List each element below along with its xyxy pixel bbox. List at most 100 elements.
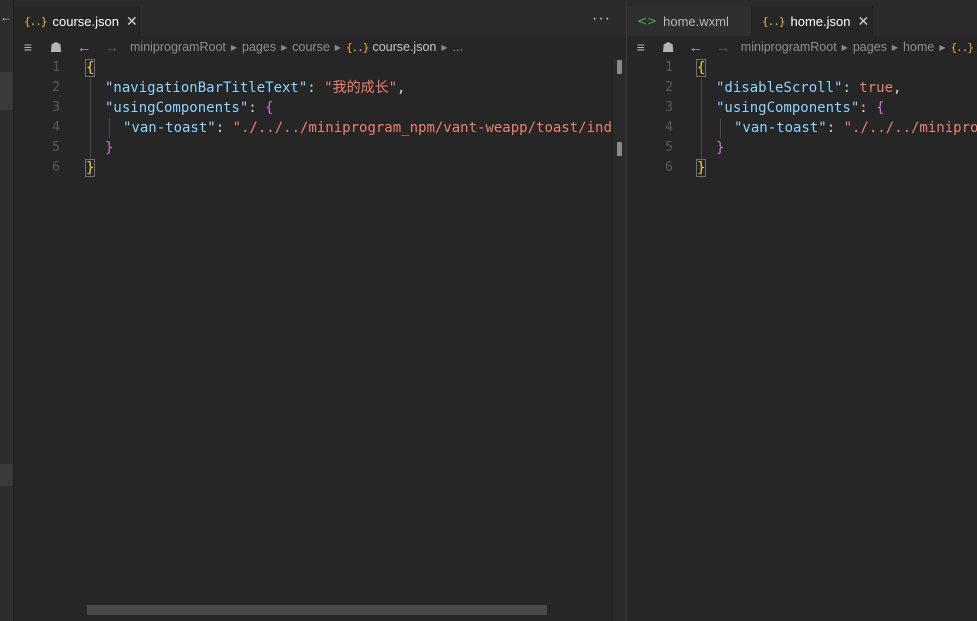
brace: } xyxy=(105,140,114,156)
line-number: 6 xyxy=(52,160,60,175)
line-number: 5 xyxy=(52,140,60,155)
comma: , xyxy=(893,80,902,96)
colon: : xyxy=(307,80,325,96)
code-line: { xyxy=(695,58,707,78)
chevron-right-icon: ▶ xyxy=(334,42,341,52)
close-icon[interactable]: ✕ xyxy=(857,13,869,30)
breadcrumb-item[interactable]: ... xyxy=(453,40,463,54)
json-string: "我的成长" xyxy=(324,80,398,96)
code-content: { "disableScroll": true, "usingComponent… xyxy=(695,58,977,186)
code-line: { xyxy=(84,58,96,78)
ide-window: ← {..} course.json ✕ ··· ≡ ☗ ← → minipro… xyxy=(0,0,977,621)
wxml-file-icon: <> xyxy=(637,14,658,28)
brace: { xyxy=(876,100,885,116)
vertical-scrollbar[interactable] xyxy=(612,58,626,621)
colon: : xyxy=(215,120,233,136)
tab-label: home.wxml xyxy=(663,13,729,29)
tab-label: course.json xyxy=(52,13,119,29)
colon: : xyxy=(842,80,860,96)
tab-bar: {..} course.json ✕ ··· xyxy=(14,0,626,36)
chevron-right-icon: ▶ xyxy=(841,42,848,52)
chevron-right-icon: ▶ xyxy=(891,42,899,52)
json-boolean: true xyxy=(859,80,894,96)
code-line: "van-toast": "./../../miniprogram_npm/va… xyxy=(734,118,977,138)
code-line: } xyxy=(84,158,96,178)
line-number: 3 xyxy=(52,100,60,115)
line-number: 1 xyxy=(52,60,60,75)
code-line: "disableScroll": true, xyxy=(716,78,901,98)
scroll-marker xyxy=(617,60,622,74)
breadcrumb-item[interactable]: pages xyxy=(853,40,887,54)
line-number: 4 xyxy=(665,120,673,135)
bookmark-icon[interactable]: ☗ xyxy=(42,39,70,56)
line-number: 1 xyxy=(665,60,673,75)
json-file-icon: {..} xyxy=(24,14,47,28)
code-line: } xyxy=(695,158,707,178)
breadcrumb-item[interactable]: home xyxy=(903,40,934,54)
sidebar-highlight xyxy=(0,72,13,110)
code-line: } xyxy=(716,138,724,158)
code-line: "van-toast": "./../../miniprogram_npm/va… xyxy=(123,118,626,138)
code-line: "usingComponents": { xyxy=(716,98,885,118)
tab-home-wxml[interactable]: <> home.wxml xyxy=(627,6,752,36)
close-icon[interactable]: ✕ xyxy=(126,13,138,30)
code-line: "navigationBarTitleText": "我的成长", xyxy=(105,78,405,98)
colon: : xyxy=(859,100,877,116)
json-string: "./../../miniprogram_npm/vant-weapp/toas… xyxy=(232,120,626,136)
code-line: "usingComponents": { xyxy=(105,98,274,118)
forward-arrow-icon[interactable]: → xyxy=(709,39,736,55)
chevron-right-icon: ▶ xyxy=(939,42,946,52)
json-key: "usingComponents" xyxy=(105,100,249,116)
code-editor[interactable]: 1 2 3 4 5 6 { "navigationBarTitleText": … xyxy=(14,58,626,621)
tab-home-json[interactable]: {..} home.json ✕ xyxy=(752,6,873,36)
colon: : xyxy=(248,100,266,116)
line-number: 5 xyxy=(665,140,673,155)
breadcrumb-item[interactable]: miniprogramRoot xyxy=(741,40,837,54)
json-key: "van-toast" xyxy=(123,120,216,136)
json-string: "./../../miniprogram_npm/vant-weapp/toas… xyxy=(843,120,977,136)
brace: } xyxy=(695,159,707,177)
breadcrumb-item[interactable]: course xyxy=(292,40,330,54)
json-key: "usingComponents" xyxy=(716,100,860,116)
chevron-right-icon: ▶ xyxy=(281,42,288,52)
json-key: "van-toast" xyxy=(734,120,827,136)
line-number: 2 xyxy=(665,80,673,95)
breadcrumb-item[interactable]: course.json xyxy=(372,40,436,54)
breadcrumb: ≡ ☗ ← → miniprogramRoot ▶ pages ▶ home ▶… xyxy=(627,36,977,58)
list-icon[interactable]: ≡ xyxy=(14,39,42,55)
list-icon[interactable]: ≡ xyxy=(627,39,654,55)
brace: { xyxy=(84,59,96,77)
comma: , xyxy=(397,80,406,96)
brace: { xyxy=(695,59,707,77)
sidebar-highlight xyxy=(0,464,13,486)
line-number: 2 xyxy=(52,80,60,95)
json-file-icon: {..} xyxy=(345,40,369,54)
more-actions-icon[interactable]: ··· xyxy=(592,10,611,28)
json-key: "navigationBarTitleText" xyxy=(105,80,308,96)
line-number: 3 xyxy=(665,100,673,115)
breadcrumb-item[interactable]: miniprogramRoot xyxy=(130,40,226,54)
tab-course-json[interactable]: {..} course.json ✕ xyxy=(14,6,140,36)
code-line: } xyxy=(105,138,113,158)
back-arrow-icon[interactable]: ← xyxy=(682,39,709,55)
bookmark-icon[interactable]: ☗ xyxy=(654,39,681,56)
tab-label: home.json xyxy=(790,13,851,29)
tab-bar: <> home.wxml {..} home.json ✕ xyxy=(627,0,977,36)
code-content: { "navigationBarTitleText": "我的成长", "usi… xyxy=(84,58,626,186)
json-file-icon: {..} xyxy=(950,40,973,54)
back-arrow-icon[interactable]: ← xyxy=(70,39,98,55)
chevron-right-icon: ▶ xyxy=(230,42,238,52)
arrow-left-icon[interactable]: ← xyxy=(0,9,12,25)
brace: { xyxy=(265,100,274,116)
colon: : xyxy=(826,120,844,136)
breadcrumb-item[interactable]: pages xyxy=(242,40,276,54)
json-file-icon: {..} xyxy=(762,14,785,28)
code-editor[interactable]: 1 2 3 4 5 6 { "disableScroll": true, "us… xyxy=(627,58,977,621)
horizontal-scrollbar[interactable] xyxy=(87,605,547,615)
editor-pane-right: <> home.wxml {..} home.json ✕ ≡ ☗ ← → mi… xyxy=(627,0,977,621)
line-number: 6 xyxy=(665,160,673,175)
chevron-right-icon: ▶ xyxy=(441,42,448,52)
forward-arrow-icon[interactable]: → xyxy=(98,39,126,55)
editor-pane-left: {..} course.json ✕ ··· ≡ ☗ ← → miniprogr… xyxy=(14,0,626,621)
breadcrumb: ≡ ☗ ← → miniprogramRoot ▶ pages ▶ course… xyxy=(14,36,626,58)
